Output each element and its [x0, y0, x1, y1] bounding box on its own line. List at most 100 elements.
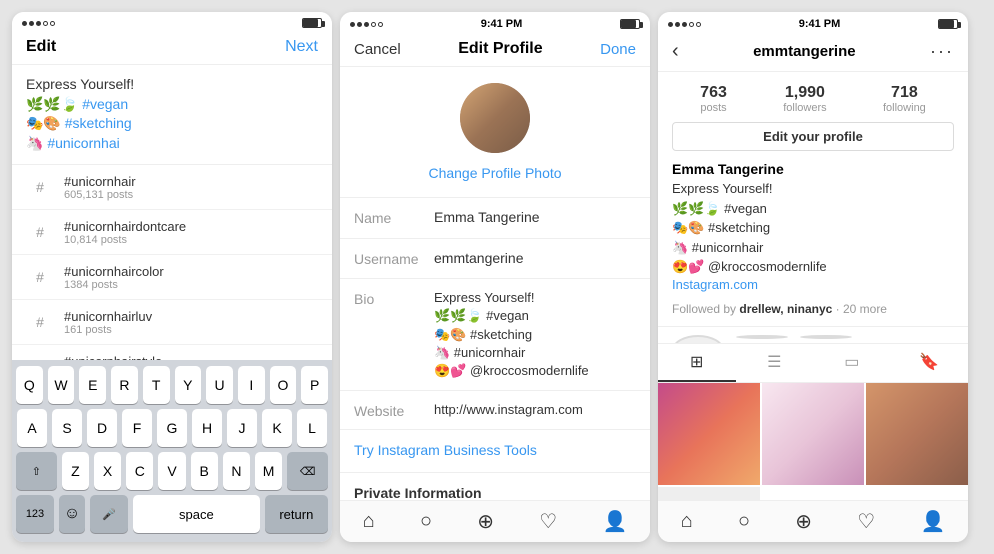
battery-icon-3: [938, 19, 958, 29]
key-emoji[interactable]: ☺: [59, 495, 85, 533]
key-return[interactable]: return: [265, 495, 328, 533]
edit-profile-button[interactable]: Edit your profile: [672, 122, 954, 151]
hashtag-info: #unicornhairluv 161 posts: [64, 309, 318, 336]
username-field[interactable]: Username emmtangerine: [340, 239, 650, 280]
tab-portrait[interactable]: ▭: [813, 344, 891, 382]
key-j[interactable]: J: [227, 409, 257, 447]
highlight-art-circle: [800, 335, 852, 339]
key-q[interactable]: Q: [16, 366, 43, 404]
name-field[interactable]: Name Emma Tangerine: [340, 198, 650, 239]
nav-search-icon[interactable]: ○: [420, 510, 432, 533]
photo-cell-4[interactable]: [658, 487, 760, 501]
key-x[interactable]: X: [94, 452, 121, 490]
hashtag-item[interactable]: # #unicornhaircolor 1384 posts: [12, 255, 332, 300]
key-s[interactable]: S: [52, 409, 82, 447]
key-r[interactable]: R: [111, 366, 138, 404]
screen-edit-profile: 9:41 PM Cancel Edit Profile Done Change …: [340, 12, 650, 542]
key-delete[interactable]: ⌫: [287, 452, 328, 490]
key-h[interactable]: H: [192, 409, 222, 447]
hashtag-name: #unicornhairstyle: [64, 354, 318, 361]
nav-person-icon[interactable]: 👤: [602, 509, 627, 534]
key-v[interactable]: V: [158, 452, 185, 490]
key-p[interactable]: P: [301, 366, 328, 404]
key-numbers[interactable]: 123: [16, 495, 54, 533]
key-o[interactable]: O: [270, 366, 297, 404]
key-b[interactable]: B: [191, 452, 218, 490]
key-f[interactable]: F: [122, 409, 152, 447]
key-i[interactable]: I: [238, 366, 265, 404]
nav-home-icon[interactable]: ⌂: [363, 510, 375, 533]
hashtag-item[interactable]: # #unicornhairdontcare 10,814 posts: [12, 210, 332, 255]
business-tools-link[interactable]: Try Instagram Business Tools: [354, 442, 537, 458]
status-time-2: 9:41 PM: [481, 18, 523, 30]
stat-posts: 763 posts: [700, 84, 727, 114]
caption-line1: Express Yourself!: [26, 75, 318, 95]
tab-grid[interactable]: ⊞: [658, 344, 736, 382]
key-n[interactable]: N: [223, 452, 250, 490]
signal-dot-1: [22, 21, 27, 26]
nav-home-icon-3[interactable]: ⌂: [681, 510, 693, 533]
tab-list[interactable]: ☰: [736, 344, 814, 382]
following-count: 718: [883, 84, 926, 102]
key-a[interactable]: A: [17, 409, 47, 447]
hashtag-name: #unicornhairdontcare: [64, 219, 318, 234]
bottom-nav-3: ⌂ ○ ⊕ ♡ 👤: [658, 500, 968, 542]
avatar-image: [460, 83, 530, 153]
key-l[interactable]: L: [297, 409, 327, 447]
key-e[interactable]: E: [79, 366, 106, 404]
caption-line4: 🦄 #unicornhai: [26, 134, 318, 154]
more-button[interactable]: ···: [930, 41, 954, 62]
key-k[interactable]: K: [262, 409, 292, 447]
hashtag-item[interactable]: # #unicornhairstyle 309 posts 92: [12, 345, 332, 360]
hashtag-count: 1384 posts: [64, 279, 318, 291]
nav-search-icon-3[interactable]: ○: [738, 510, 750, 533]
photo-cell-3[interactable]: [866, 383, 968, 485]
key-y[interactable]: Y: [175, 366, 202, 404]
back-button[interactable]: ‹: [672, 40, 679, 63]
followers-count: 1,990: [783, 84, 826, 102]
key-shift[interactable]: ⇧: [16, 452, 57, 490]
key-d[interactable]: D: [87, 409, 117, 447]
hash-icon: #: [26, 263, 54, 291]
bio-field[interactable]: Bio Express Yourself! 🌿🌿🍃 #vegan 🎭🎨 #ske…: [340, 279, 650, 391]
hashtag-item[interactable]: # #unicornhair 605,131 posts: [12, 165, 332, 210]
key-g[interactable]: G: [157, 409, 187, 447]
key-z[interactable]: Z: [62, 452, 89, 490]
followers-label: followers: [783, 102, 826, 114]
key-space[interactable]: space: [133, 495, 260, 533]
nav-heart-icon-3[interactable]: ♡: [857, 509, 875, 534]
key-w[interactable]: W: [48, 366, 75, 404]
key-u[interactable]: U: [206, 366, 233, 404]
name-label: Name: [354, 208, 434, 226]
bio-website-link[interactable]: Instagram.com: [672, 277, 954, 292]
key-mic[interactable]: 🎤: [90, 495, 128, 533]
photo-cell-1[interactable]: [658, 383, 760, 485]
key-m[interactable]: M: [255, 452, 282, 490]
status-time-3: 9:41 PM: [799, 18, 841, 30]
nav-heart-icon[interactable]: ♡: [539, 509, 557, 534]
website-field[interactable]: Website http://www.instagram.com: [340, 391, 650, 430]
hashtag-info: #unicornhairstyle 309 posts: [64, 354, 318, 361]
tab-bookmark[interactable]: 🔖: [891, 344, 969, 382]
key-c[interactable]: C: [126, 452, 153, 490]
status-bar-2: 9:41 PM: [340, 12, 650, 32]
nav-add-icon-3[interactable]: ⊕: [795, 509, 812, 534]
done-button[interactable]: Done: [600, 41, 636, 58]
edit-profile-content: Change Profile Photo Name Emma Tangerine…: [340, 67, 650, 500]
change-photo-button[interactable]: Change Profile Photo: [428, 165, 561, 181]
caption-line3: 🎭🎨 #sketching: [26, 114, 318, 134]
nav-add-icon[interactable]: ⊕: [477, 509, 494, 534]
bio-line-4: 🦄 #unicornhair: [672, 238, 954, 258]
hashtag-name: #unicornhairluv: [64, 309, 318, 324]
following-label: following: [883, 102, 926, 114]
edit-header: Edit Next: [12, 30, 332, 65]
cancel-button[interactable]: Cancel: [354, 41, 401, 58]
photo-cell-2[interactable]: [762, 383, 864, 485]
next-button[interactable]: Next: [285, 38, 318, 56]
signal-dot-5: [50, 21, 55, 26]
hashtag-info: #unicornhairdontcare 10,814 posts: [64, 219, 318, 246]
hashtag-item[interactable]: # #unicornhairluv 161 posts: [12, 300, 332, 345]
caption-area[interactable]: Express Yourself! 🌿🌿🍃 #vegan 🎭🎨 #sketchi…: [12, 65, 332, 165]
nav-person-icon-3[interactable]: 👤: [920, 509, 945, 534]
key-t[interactable]: T: [143, 366, 170, 404]
